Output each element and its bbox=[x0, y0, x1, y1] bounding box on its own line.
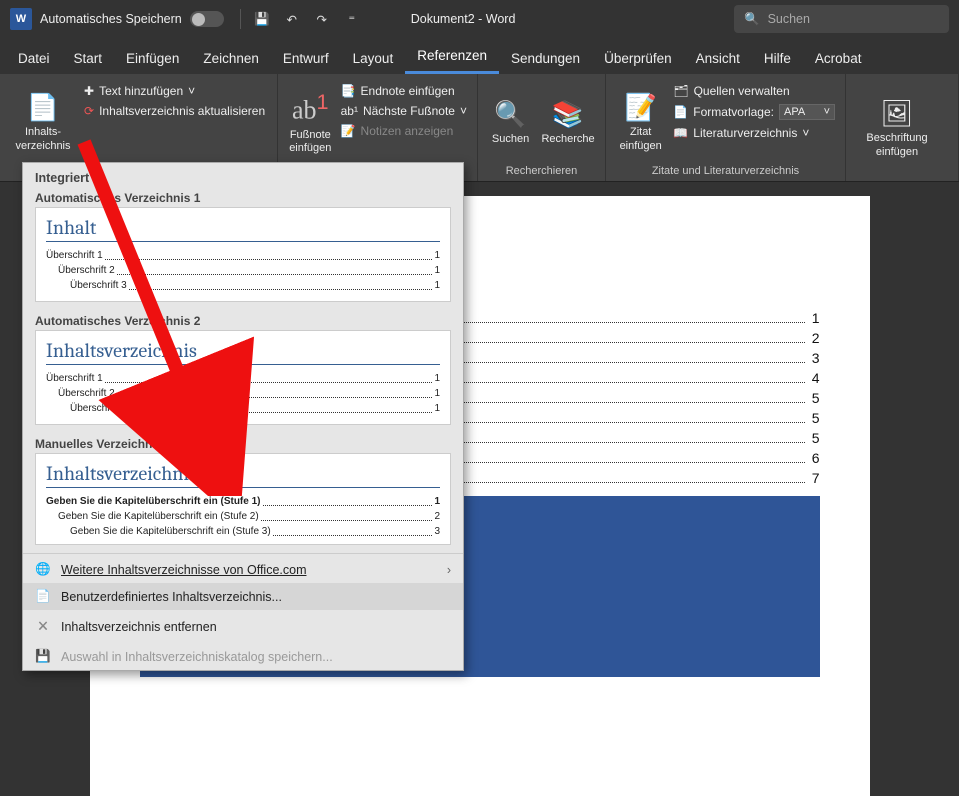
undo-icon[interactable]: ↶ bbox=[281, 8, 303, 30]
add-text-button[interactable]: ✚Text hinzufügen ˅ bbox=[82, 82, 267, 100]
tab-ueberpruefen[interactable]: Überprüfen bbox=[592, 43, 684, 74]
titlebar: W Automatisches Speichern 💾 ↶ ↷ ⁼ Dokume… bbox=[0, 0, 959, 38]
autosave-label: Automatisches Speichern bbox=[40, 12, 182, 26]
redo-icon[interactable]: ↷ bbox=[311, 8, 333, 30]
chevron-down-icon: ˅ bbox=[824, 106, 830, 118]
dd-save-selection: 💾Auswahl in Inhaltsverzeichniskatalog sp… bbox=[23, 643, 463, 670]
update-toc-button[interactable]: ⟳Inhaltsverzeichnis aktualisieren bbox=[82, 102, 267, 120]
toc-option-manual[interactable]: Inhaltsverzeichnis Geben Sie die Kapitel… bbox=[35, 453, 451, 545]
tab-ansicht[interactable]: Ansicht bbox=[684, 43, 752, 74]
insert-caption-button[interactable]: 🖼Beschriftung einfügen bbox=[854, 78, 940, 175]
tab-datei[interactable]: Datei bbox=[6, 43, 62, 74]
save-icon[interactable]: 💾 bbox=[251, 8, 273, 30]
preview-title: Inhaltsverzeichnis bbox=[46, 462, 440, 488]
tab-sendungen[interactable]: Sendungen bbox=[499, 43, 592, 74]
autosave-toggle[interactable] bbox=[190, 11, 224, 27]
document-icon: 📄 bbox=[35, 589, 51, 604]
citation-icon: 📝 bbox=[624, 92, 656, 123]
tab-hilfe[interactable]: Hilfe bbox=[752, 43, 803, 74]
document-title: Dokument2 - Word bbox=[411, 12, 516, 26]
dd-option-auto1-label: Automatisches Verzeichnis 1 bbox=[23, 191, 463, 207]
insert-footnote-button[interactable]: ab1 Fußnote einfügen bbox=[286, 78, 335, 163]
next-footnote-button[interactable]: ab¹Nächste Fußnote ˅ bbox=[339, 102, 469, 120]
group-label-citations: Zitate und Literaturverzeichnis bbox=[614, 163, 837, 179]
search-icon: 🔍 bbox=[744, 12, 760, 27]
search-icon: 🔍 bbox=[494, 99, 526, 130]
tab-einfuegen[interactable]: Einfügen bbox=[114, 43, 191, 74]
globe-icon: 🌐 bbox=[35, 562, 51, 577]
tab-acrobat[interactable]: Acrobat bbox=[803, 43, 874, 74]
customize-qat-icon[interactable]: ⁼ bbox=[341, 8, 363, 30]
insert-citation-button[interactable]: 📝Zitat einfügen bbox=[614, 78, 667, 163]
preview-title: Inhalt bbox=[46, 216, 440, 242]
sources-icon: 🗂 bbox=[673, 84, 688, 98]
search-placeholder: Suchen bbox=[768, 12, 810, 26]
bibliography-icon: 📖 bbox=[673, 126, 688, 140]
tab-zeichnen[interactable]: Zeichnen bbox=[191, 43, 271, 74]
show-notes-button[interactable]: 📝Notizen anzeigen bbox=[339, 122, 469, 140]
toc-option-auto2[interactable]: Inhaltsverzeichnis Überschrift 11 Übersc… bbox=[35, 330, 451, 425]
tab-start[interactable]: Start bbox=[62, 43, 115, 74]
dd-more-office[interactable]: 🌐Weitere Inhaltsverzeichnisse von Office… bbox=[23, 556, 463, 583]
footnote-icon: ab1 bbox=[292, 89, 329, 126]
toc-icon: 📄 bbox=[27, 92, 59, 123]
insert-endnote-button[interactable]: 📑Endnote einfügen bbox=[339, 82, 469, 100]
notes-icon: 📝 bbox=[341, 124, 356, 138]
group-label-research: Recherchieren bbox=[486, 163, 597, 179]
toc-dropdown: Integriert Automatisches Verzeichnis 1 I… bbox=[22, 162, 464, 671]
remove-icon: 🗙 bbox=[35, 616, 51, 637]
chevron-down-icon: ˅ bbox=[188, 84, 195, 98]
bibliography-button[interactable]: 📖Literaturverzeichnis ˅ bbox=[671, 124, 837, 142]
ribbon-tabs: Datei Start Einfügen Zeichnen Entwurf La… bbox=[0, 38, 959, 74]
toc-button[interactable]: 📄 Inhalts- verzeichnis bbox=[8, 78, 78, 163]
dd-option-auto2-label: Automatisches Verzeichnis 2 bbox=[23, 310, 463, 330]
tab-entwurf[interactable]: Entwurf bbox=[271, 43, 341, 74]
endnote-icon: 📑 bbox=[341, 84, 356, 98]
dd-option-manual-label: Manuelles Verzeichnis bbox=[23, 433, 463, 453]
research-icon: 📚 bbox=[552, 99, 584, 130]
word-app-icon: W bbox=[10, 8, 32, 30]
tab-layout[interactable]: Layout bbox=[341, 43, 406, 74]
dd-remove-toc[interactable]: 🗙Inhaltsverzeichnis entfernen bbox=[23, 610, 463, 643]
style-selector[interactable]: 📄Formatvorlage: APA˅ bbox=[671, 102, 837, 122]
preview-title: Inhaltsverzeichnis bbox=[46, 339, 440, 365]
next-footnote-icon: ab¹ bbox=[341, 104, 358, 118]
refresh-icon: ⟳ bbox=[84, 104, 94, 118]
save-icon: 💾 bbox=[35, 649, 51, 664]
search-button[interactable]: 🔍Suchen bbox=[486, 78, 535, 163]
dd-custom-toc[interactable]: 📄Benutzerdefiniertes Inhaltsverzeichnis.… bbox=[23, 583, 463, 610]
style-icon: 📄 bbox=[673, 105, 688, 119]
chevron-right-icon: › bbox=[447, 563, 451, 577]
toc-option-auto1[interactable]: Inhalt Überschrift 11 Überschrift 21 Übe… bbox=[35, 207, 451, 302]
manage-sources-button[interactable]: 🗂Quellen verwalten bbox=[671, 82, 837, 100]
dd-section-integriert: Integriert bbox=[23, 163, 463, 191]
search-input[interactable]: 🔍 Suchen bbox=[734, 5, 949, 33]
research-button[interactable]: 📚Recherche bbox=[539, 78, 597, 163]
chevron-down-icon: ˅ bbox=[460, 104, 467, 118]
tab-referenzen[interactable]: Referenzen bbox=[405, 40, 499, 74]
caption-icon: 🖼 bbox=[880, 98, 913, 129]
chevron-down-icon: ˅ bbox=[802, 126, 809, 140]
group-label-captions bbox=[854, 175, 950, 179]
add-text-icon: ✚ bbox=[84, 84, 94, 98]
